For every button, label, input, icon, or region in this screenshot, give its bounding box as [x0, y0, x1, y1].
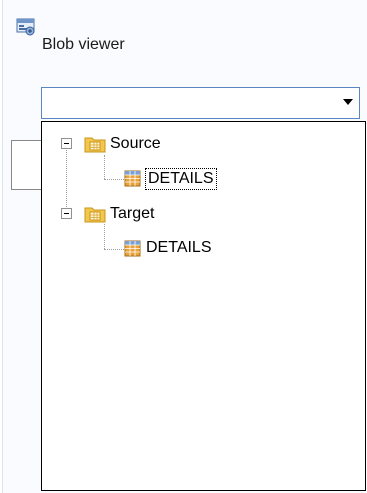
- blob-viewer-window: Blob viewer Source DETAILS Target DETAIL…: [0, 0, 367, 493]
- tree-line: [104, 155, 105, 179]
- tree-line: [66, 143, 67, 213]
- database-folder-icon: [84, 207, 106, 223]
- tree-node-label: Source: [110, 135, 161, 152]
- blob-source-combo[interactable]: [41, 87, 360, 119]
- table-icon: [124, 240, 141, 257]
- tree-line: [104, 249, 124, 250]
- tree-node-label: Target: [110, 205, 155, 222]
- tree-line: [104, 179, 124, 180]
- dropdown-tree-list[interactable]: Source DETAILS Target DETAILS: [41, 121, 366, 491]
- database-folder-icon: [84, 137, 106, 153]
- tree-node-label: DETAILS: [146, 239, 212, 256]
- chevron-down-icon[interactable]: [343, 99, 353, 105]
- tree-line: [104, 224, 105, 249]
- background-field: [11, 140, 42, 190]
- blob-viewer-panel: Blob viewer Source DETAILS Target DETAIL…: [2, 0, 367, 493]
- blob-viewer-icon: [16, 18, 35, 36]
- table-icon: [124, 170, 141, 187]
- tree-node-label: DETAILS: [145, 168, 217, 190]
- window-title: Blob viewer: [42, 36, 125, 53]
- collapse-minus-icon[interactable]: [61, 208, 72, 219]
- collapse-minus-icon[interactable]: [61, 138, 72, 149]
